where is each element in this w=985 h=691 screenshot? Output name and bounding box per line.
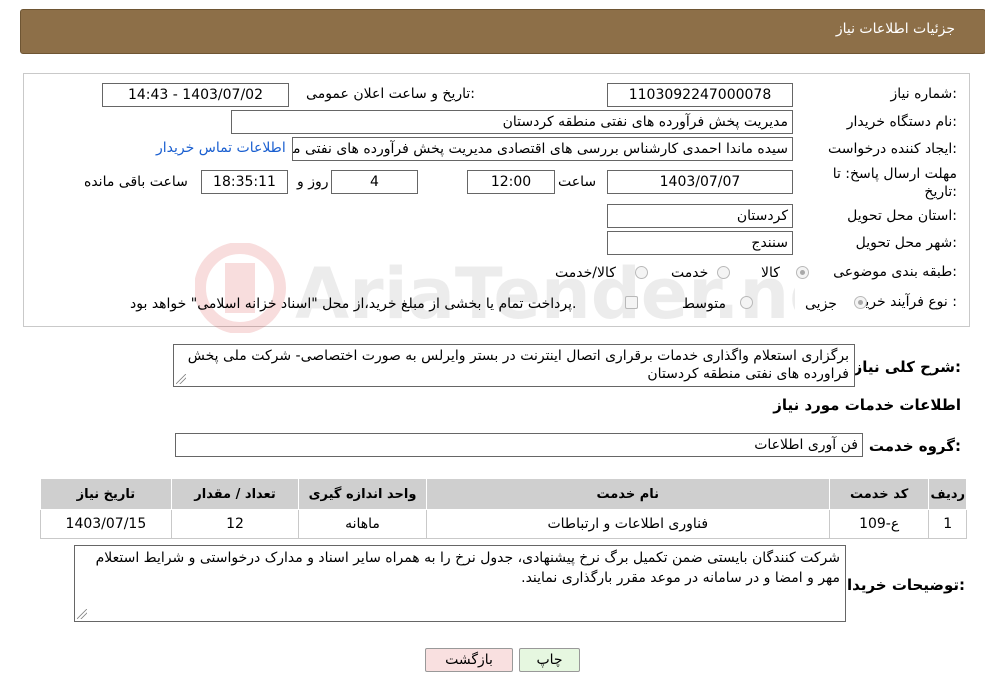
category-option-service: خدمت [671,265,709,281]
buyer-notes-label: توضیحات خریدار: [838,576,965,594]
col-need-date: تاریخ نیاز [40,478,172,510]
buyer-notes-text: شرکت کنندگان بایستی ضمن تکمیل برگ نرخ پی… [95,550,840,586]
print-button[interactable]: چاپ [519,648,580,672]
resize-grip-icon[interactable] [77,609,87,619]
deadline-time-field[interactable]: 12:00 [467,170,555,194]
category-radio-goods[interactable] [796,266,809,279]
city-field[interactable]: سنندج [607,231,793,255]
purchase-radio-medium[interactable] [740,296,753,309]
col-row: ردیف [928,478,967,510]
page-title: جزئیات اطلاعات نیاز [835,21,955,37]
cell-quantity: 12 [170,509,300,539]
cell-need-date: 1403/07/15 [40,509,172,539]
category-radio-service[interactable] [717,266,730,279]
cell-row: 1 [928,509,967,539]
purchase-type-label: نوع فرآیند خرید : [858,294,957,310]
remaining-label: ساعت باقی مانده [84,174,188,190]
buyer-org-field[interactable]: مدیریت پخش فرآورده های نفتی منطقه کردستا… [231,110,793,134]
requester-field[interactable]: سیده ماندا احمدی کارشناس بررسی های اقتصا… [292,137,793,161]
cell-unit: ماهانه [298,509,427,539]
description-label: شرح کلی نیاز: [853,358,961,376]
remaining-time-field[interactable]: 18:35:11 [201,170,288,194]
deadline-date-field[interactable]: 1403/07/07 [607,170,793,194]
back-button[interactable]: بازگشت [425,648,513,672]
buyer-notes-textarea[interactable]: شرکت کنندگان بایستی ضمن تکمیل برگ نرخ پی… [74,545,846,622]
services-section-title: اطلاعات خدمات مورد نیاز [773,396,961,414]
col-service-name: نام خدمت [425,478,830,510]
service-group-label: گروه خدمت: [868,437,961,455]
col-unit: واحد اندازه گیری [298,478,427,510]
city-label: شهر محل تحویل: [855,235,957,251]
need-number-label: شماره نیاز: [890,86,957,102]
need-number-field[interactable]: 1103092247000078 [607,83,793,107]
buyer-contact-link[interactable]: اطلاعات تماس خریدار [156,140,286,156]
category-option-goods-service: کالا/خدمت [555,265,616,281]
resize-grip-icon[interactable] [176,374,186,384]
days-field[interactable]: 4 [331,170,418,194]
deadline-time-label: ساعت [558,174,597,190]
purchase-option-medium: متوسط [682,296,726,312]
category-option-goods: کالا [761,265,780,281]
province-field[interactable]: کردستان [607,204,793,228]
deadline-label: مهلت ارسال پاسخ: تا تاریخ: [832,166,957,200]
treasury-note: پرداخت تمام یا بخشی از مبلغ خرید،از محل … [130,296,577,312]
category-label: طبقه بندی موضوعی: [833,264,957,280]
cell-service-name: فناوری اطلاعات و ارتباطات [425,509,830,539]
treasury-checkbox[interactable] [625,296,638,309]
announce-datetime-label: تاریخ و ساعت اعلان عمومی: [306,86,475,102]
col-service-code: کد خدمت [828,478,930,510]
table-row[interactable]: 1 ع-109 فناوری اطلاعات و ارتباطات ماهانه… [40,509,967,539]
table-header-row: ردیف کد خدمت نام خدمت واحد اندازه گیری ت… [40,478,967,510]
service-group-field[interactable]: فن آوری اطلاعات [175,433,863,457]
requester-label: ایجاد کننده درخواست: [828,141,957,157]
purchase-option-partial: جزیی [805,296,837,312]
buyer-org-label: نام دستگاه خریدار: [846,114,957,130]
description-text: برگزاری استعلام واگذاری خدمات برقراری ات… [187,348,849,382]
category-radio-goods-service[interactable] [635,266,648,279]
days-label: روز و [297,174,329,190]
announce-datetime-field[interactable]: 1403/07/02 - 14:43 [102,83,289,107]
page-header: جزئیات اطلاعات نیاز [20,9,985,54]
province-label: استان محل تحویل: [847,208,957,224]
description-textarea[interactable]: برگزاری استعلام واگذاری خدمات برقراری ات… [173,344,855,387]
purchase-radio-partial[interactable] [854,296,867,309]
services-table: ردیف کد خدمت نام خدمت واحد اندازه گیری ت… [40,478,967,539]
col-quantity: تعداد / مقدار [170,478,300,510]
cell-service-code: ع-109 [828,509,930,539]
